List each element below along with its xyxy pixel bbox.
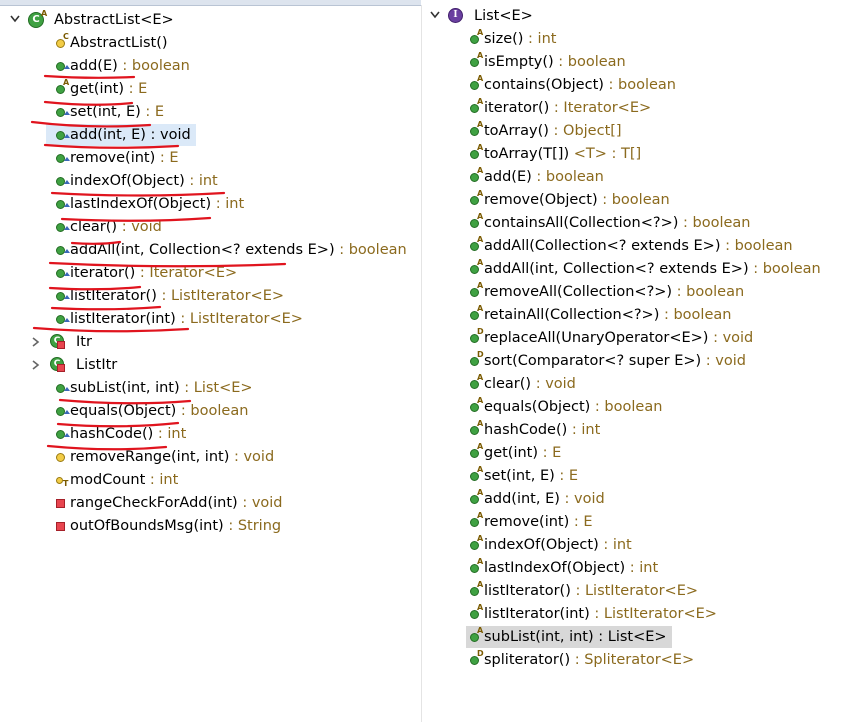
default-method-icon: D: [466, 649, 484, 671]
inner-class-itr[interactable]: C Itr: [0, 331, 421, 353]
default-method-icon: D: [466, 350, 484, 372]
class-icon: CA: [26, 9, 47, 31]
public-method-icon: [52, 124, 70, 146]
public-method-icon: [52, 423, 70, 445]
expand-chevron-icon[interactable]: [30, 354, 44, 376]
inner-class-listitr[interactable]: C ListItr: [0, 354, 421, 376]
public-method-icon: [52, 239, 70, 261]
interface-name: List<E>: [474, 8, 533, 24]
outline-list-pane[interactable]: I List<E> Asize() : int AisEmpty() : bool…: [422, 5, 842, 722]
public-method-icon: [52, 101, 70, 123]
private-method-icon: [52, 515, 70, 537]
abstract-method-icon: A: [466, 28, 484, 50]
protected-method-icon: [52, 446, 70, 468]
public-method-icon: [52, 377, 70, 399]
interface-method-item[interactable]: AsubList(int, int) : List<E>: [466, 626, 672, 648]
expand-chevron-icon[interactable]: [30, 331, 44, 353]
public-method-icon: [52, 55, 70, 77]
abstract-method-icon: A: [466, 557, 484, 579]
abstract-method-icon: A: [466, 258, 484, 280]
abstract-method-icon: A: [466, 442, 484, 464]
abstract-method-icon: A: [466, 626, 484, 648]
abstract-method-icon: A: [466, 143, 484, 165]
private-class-icon: C: [48, 331, 66, 353]
abstract-method-icon: A: [466, 51, 484, 73]
public-method-icon: [52, 262, 70, 284]
public-method-icon: [52, 308, 70, 330]
public-method-icon: [52, 285, 70, 307]
public-method-icon: [52, 170, 70, 192]
abstract-method-icon: A: [466, 465, 484, 487]
abstract-method-icon: A: [466, 396, 484, 418]
default-method-icon: D: [466, 327, 484, 349]
abstract-method-icon: A: [466, 534, 484, 556]
class-name: AbstractList<E>: [54, 12, 174, 28]
public-method-icon: [52, 400, 70, 422]
abstract-method-icon: A: [466, 120, 484, 142]
abstract-method-icon: A: [466, 235, 484, 257]
private-method-icon: [52, 492, 70, 514]
abstract-method-icon: A: [466, 189, 484, 211]
tree-root-list[interactable]: I List<E>: [422, 5, 842, 27]
abstract-method-icon: A: [466, 603, 484, 625]
tree-root-abstractlist[interactable]: CA AbstractList<E>: [0, 9, 421, 31]
abstract-method-icon: A: [466, 580, 484, 602]
abstract-method-icon: A: [466, 511, 484, 533]
public-method-icon: [52, 216, 70, 238]
public-method-icon: [52, 147, 70, 169]
private-class-icon: C: [48, 354, 66, 376]
abstract-method-icon: A: [466, 74, 484, 96]
outline-abstractlist-pane[interactable]: CA AbstractList<E> C AbstractList() add(E…: [0, 5, 422, 722]
abstract-method-icon: A: [466, 212, 484, 234]
abstract-method-icon: A: [466, 304, 484, 326]
abstract-method-icon: A: [466, 281, 484, 303]
abstract-method-icon: A: [466, 488, 484, 510]
protected-field-icon: T: [52, 469, 70, 491]
abstract-method-icon: A: [466, 419, 484, 441]
collapse-chevron-icon[interactable]: [8, 9, 22, 31]
abstract-method-icon: A: [466, 166, 484, 188]
abstract-method-icon: A: [466, 373, 484, 395]
constructor-icon: C: [52, 32, 70, 54]
public-method-icon: [52, 193, 70, 215]
abstract-method-icon: A: [52, 78, 70, 100]
abstract-method-icon: A: [466, 97, 484, 119]
collapse-chevron-icon[interactable]: [428, 5, 442, 27]
method-item-selected[interactable]: add(int, E) : void: [46, 124, 196, 146]
interface-icon: I: [446, 5, 464, 27]
